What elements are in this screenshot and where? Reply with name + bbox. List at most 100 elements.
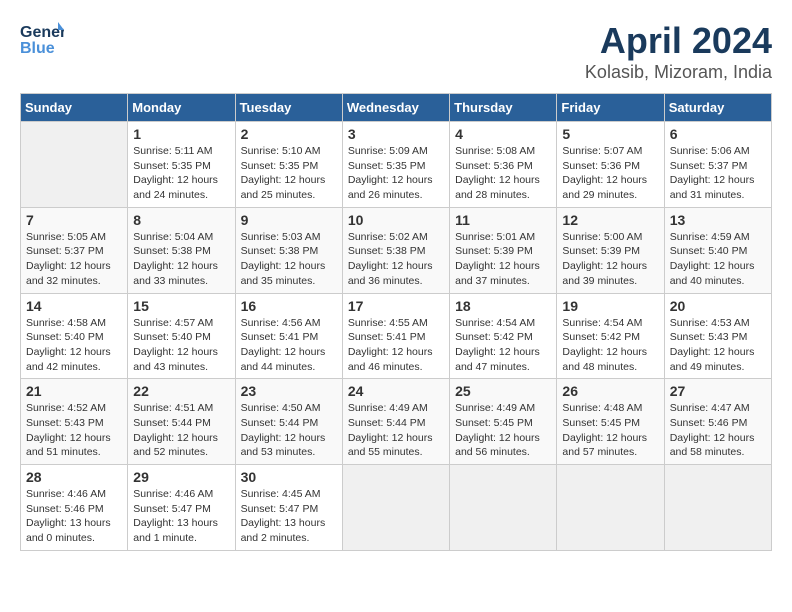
calendar-week-row: 7Sunrise: 5:05 AM Sunset: 5:37 PM Daylig… xyxy=(21,207,772,293)
cell-content: Sunrise: 4:50 AM Sunset: 5:44 PM Dayligh… xyxy=(241,401,337,460)
weekday-header-cell: Wednesday xyxy=(342,94,449,122)
day-number: 12 xyxy=(562,212,658,228)
calendar-cell: 1 Sunrise: 5:11 AM Sunset: 5:35 PM Daylig… xyxy=(128,122,235,208)
calendar-cell: 6 Sunrise: 5:06 AM Sunset: 5:37 PM Daylig… xyxy=(664,122,771,208)
calendar-cell: 18 Sunrise: 4:54 AM Sunset: 5:42 PM Dayli… xyxy=(450,293,557,379)
cell-content: Sunrise: 5:04 AM Sunset: 5:38 PM Dayligh… xyxy=(133,230,229,289)
cell-content: Sunrise: 4:49 AM Sunset: 5:45 PM Dayligh… xyxy=(455,401,551,460)
svg-text:Blue: Blue xyxy=(20,40,55,56)
calendar-cell: 16 Sunrise: 4:56 AM Sunset: 5:41 PM Dayli… xyxy=(235,293,342,379)
day-number: 10 xyxy=(348,212,444,228)
cell-content: Sunrise: 4:49 AM Sunset: 5:44 PM Dayligh… xyxy=(348,401,444,460)
svg-text:General: General xyxy=(20,24,64,41)
calendar-cell: 10 Sunrise: 5:02 AM Sunset: 5:38 PM Dayli… xyxy=(342,207,449,293)
cell-content: Sunrise: 4:53 AM Sunset: 5:43 PM Dayligh… xyxy=(670,316,766,375)
cell-content: Sunrise: 4:47 AM Sunset: 5:46 PM Dayligh… xyxy=(670,401,766,460)
day-number: 20 xyxy=(670,298,766,314)
calendar-cell: 3Sunrise: 5:09 AM Sunset: 5:35 PM Daylig… xyxy=(342,122,449,208)
calendar-cell xyxy=(557,465,664,551)
calendar-cell: 25 Sunrise: 4:49 AM Sunset: 5:45 PM Dayli… xyxy=(450,379,557,465)
day-number: 2 xyxy=(241,126,337,142)
day-number: 3 xyxy=(348,126,444,142)
calendar-cell: 12 Sunrise: 5:00 AM Sunset: 5:39 PM Dayli… xyxy=(557,207,664,293)
day-number: 26 xyxy=(562,383,658,399)
month-title: April 2024 xyxy=(585,20,772,62)
calendar-cell: 15 Sunrise: 4:57 AM Sunset: 5:40 PM Dayli… xyxy=(128,293,235,379)
cell-content: Sunrise: 5:02 AM Sunset: 5:38 PM Dayligh… xyxy=(348,230,444,289)
calendar-cell: 2 Sunrise: 5:10 AM Sunset: 5:35 PM Daylig… xyxy=(235,122,342,208)
day-number: 16 xyxy=(241,298,337,314)
calendar-cell xyxy=(21,122,128,208)
calendar-cell: 20 Sunrise: 4:53 AM Sunset: 5:43 PM Dayli… xyxy=(664,293,771,379)
cell-content: Sunrise: 5:00 AM Sunset: 5:39 PM Dayligh… xyxy=(562,230,658,289)
weekday-header-row: SundayMondayTuesdayWednesdayThursdayFrid… xyxy=(21,94,772,122)
weekday-header-cell: Tuesday xyxy=(235,94,342,122)
calendar-cell: 26 Sunrise: 4:48 AM Sunset: 5:45 PM Dayli… xyxy=(557,379,664,465)
day-number: 28 xyxy=(26,469,122,485)
calendar-cell: 19Sunrise: 4:54 AM Sunset: 5:42 PM Dayli… xyxy=(557,293,664,379)
cell-content: Sunrise: 4:52 AM Sunset: 5:43 PM Dayligh… xyxy=(26,401,122,460)
logo: General Blue xyxy=(20,20,64,56)
cell-content: Sunrise: 4:45 AM Sunset: 5:47 PM Dayligh… xyxy=(241,487,337,546)
calendar-week-row: 14Sunrise: 4:58 AM Sunset: 5:40 PM Dayli… xyxy=(21,293,772,379)
calendar-table: SundayMondayTuesdayWednesdayThursdayFrid… xyxy=(20,93,772,551)
day-number: 21 xyxy=(26,383,122,399)
day-number: 23 xyxy=(241,383,337,399)
day-number: 19 xyxy=(562,298,658,314)
title-block: April 2024 Kolasib, Mizoram, India xyxy=(585,20,772,83)
day-number: 30 xyxy=(241,469,337,485)
calendar-cell: 17 Sunrise: 4:55 AM Sunset: 5:41 PM Dayli… xyxy=(342,293,449,379)
calendar-cell: 30 Sunrise: 4:45 AM Sunset: 5:47 PM Dayli… xyxy=(235,465,342,551)
day-number: 4 xyxy=(455,126,551,142)
weekday-header-cell: Saturday xyxy=(664,94,771,122)
day-number: 27 xyxy=(670,383,766,399)
day-number: 5 xyxy=(562,126,658,142)
weekday-header-cell: Monday xyxy=(128,94,235,122)
cell-content: Sunrise: 5:08 AM Sunset: 5:36 PM Dayligh… xyxy=(455,144,551,203)
day-number: 8 xyxy=(133,212,229,228)
day-number: 29 xyxy=(133,469,229,485)
cell-content: Sunrise: 5:11 AM Sunset: 5:35 PM Dayligh… xyxy=(133,144,229,203)
day-number: 25 xyxy=(455,383,551,399)
day-number: 22 xyxy=(133,383,229,399)
cell-content: Sunrise: 4:46 AM Sunset: 5:46 PM Dayligh… xyxy=(26,487,122,546)
day-number: 9 xyxy=(241,212,337,228)
calendar-cell xyxy=(450,465,557,551)
cell-content: Sunrise: 4:56 AM Sunset: 5:41 PM Dayligh… xyxy=(241,316,337,375)
day-number: 1 xyxy=(133,126,229,142)
weekday-header-cell: Sunday xyxy=(21,94,128,122)
day-number: 18 xyxy=(455,298,551,314)
cell-content: Sunrise: 4:48 AM Sunset: 5:45 PM Dayligh… xyxy=(562,401,658,460)
cell-content: Sunrise: 5:10 AM Sunset: 5:35 PM Dayligh… xyxy=(241,144,337,203)
location-title: Kolasib, Mizoram, India xyxy=(585,62,772,83)
calendar-cell: 29Sunrise: 4:46 AM Sunset: 5:47 PM Dayli… xyxy=(128,465,235,551)
day-number: 15 xyxy=(133,298,229,314)
day-number: 11 xyxy=(455,212,551,228)
calendar-cell: 11 Sunrise: 5:01 AM Sunset: 5:39 PM Dayli… xyxy=(450,207,557,293)
calendar-body: 1 Sunrise: 5:11 AM Sunset: 5:35 PM Daylig… xyxy=(21,122,772,551)
cell-content: Sunrise: 4:54 AM Sunset: 5:42 PM Dayligh… xyxy=(455,316,551,375)
cell-content: Sunrise: 5:03 AM Sunset: 5:38 PM Dayligh… xyxy=(241,230,337,289)
day-number: 17 xyxy=(348,298,444,314)
cell-content: Sunrise: 4:55 AM Sunset: 5:41 PM Dayligh… xyxy=(348,316,444,375)
calendar-cell xyxy=(664,465,771,551)
calendar-cell: 14Sunrise: 4:58 AM Sunset: 5:40 PM Dayli… xyxy=(21,293,128,379)
calendar-cell: 8 Sunrise: 5:04 AM Sunset: 5:38 PM Daylig… xyxy=(128,207,235,293)
day-number: 24 xyxy=(348,383,444,399)
page-header: General Blue April 2024 Kolasib, Mizoram… xyxy=(20,20,772,83)
calendar-cell: 22Sunrise: 4:51 AM Sunset: 5:44 PM Dayli… xyxy=(128,379,235,465)
cell-content: Sunrise: 5:07 AM Sunset: 5:36 PM Dayligh… xyxy=(562,144,658,203)
calendar-cell: 5 Sunrise: 5:07 AM Sunset: 5:36 PM Daylig… xyxy=(557,122,664,208)
calendar-cell: 21 Sunrise: 4:52 AM Sunset: 5:43 PM Dayli… xyxy=(21,379,128,465)
calendar-cell: 28 Sunrise: 4:46 AM Sunset: 5:46 PM Dayli… xyxy=(21,465,128,551)
cell-content: Sunrise: 4:57 AM Sunset: 5:40 PM Dayligh… xyxy=(133,316,229,375)
day-number: 6 xyxy=(670,126,766,142)
cell-content: Sunrise: 5:06 AM Sunset: 5:37 PM Dayligh… xyxy=(670,144,766,203)
calendar-cell: 13Sunrise: 4:59 AM Sunset: 5:40 PM Dayli… xyxy=(664,207,771,293)
calendar-week-row: 28 Sunrise: 4:46 AM Sunset: 5:46 PM Dayli… xyxy=(21,465,772,551)
cell-content: Sunrise: 4:58 AM Sunset: 5:40 PM Dayligh… xyxy=(26,316,122,375)
cell-content: Sunrise: 4:59 AM Sunset: 5:40 PM Dayligh… xyxy=(670,230,766,289)
cell-content: Sunrise: 5:01 AM Sunset: 5:39 PM Dayligh… xyxy=(455,230,551,289)
calendar-cell xyxy=(342,465,449,551)
weekday-header-cell: Thursday xyxy=(450,94,557,122)
